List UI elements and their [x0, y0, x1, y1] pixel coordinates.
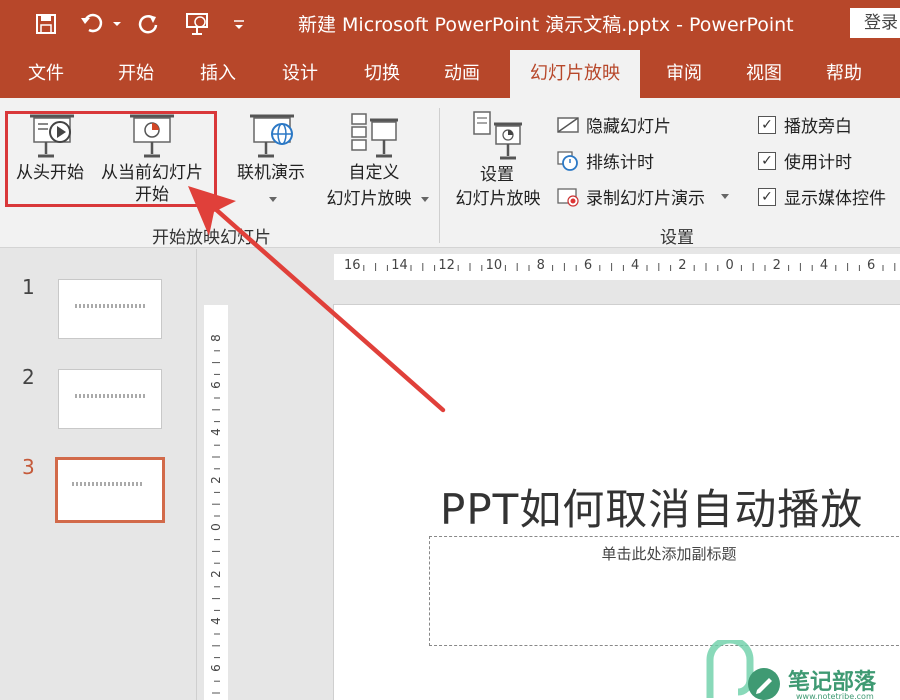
chevron-down-icon: [269, 197, 277, 202]
play-narrations-label: 播放旁白: [784, 117, 852, 137]
custom-label-line1: 自定义: [348, 163, 400, 183]
subtitle-placeholder[interactable]: 单击此处添加副标题: [429, 536, 900, 646]
record-slideshow-button[interactable]: 录制幻灯片演示: [556, 184, 735, 209]
undo-icon[interactable]: [76, 8, 126, 40]
thumbnail-text-line: [75, 304, 147, 308]
hide-slide-label: 隐藏幻灯片: [586, 117, 671, 137]
hide-slide-button[interactable]: 隐藏幻灯片: [556, 112, 671, 137]
subtitle-placeholder-text: 单击此处添加副标题: [601, 545, 737, 563]
ruler-label: 8: [536, 258, 545, 273]
custom-label-line2: 幻灯片放映: [326, 189, 412, 209]
ruler-label: 6: [209, 381, 223, 390]
redo-icon[interactable]: [134, 8, 164, 40]
tab-slideshow[interactable]: 幻灯片放映: [510, 50, 640, 98]
slide-number: 1: [22, 275, 35, 299]
ruler-label: 8: [209, 334, 223, 342]
record-icon: [557, 187, 579, 207]
slide-number-selected: 3: [22, 455, 35, 479]
tab-view[interactable]: 视图: [732, 50, 796, 98]
ruler-label: 2: [678, 258, 687, 273]
checkbox-checked-icon: ✓: [758, 151, 776, 170]
stopwatch-icon: [557, 150, 578, 171]
watermark-logo-icon: [706, 640, 780, 700]
ruler-ticks: [212, 350, 220, 694]
save-icon[interactable]: [30, 8, 62, 40]
ruler-label: 2: [209, 475, 223, 484]
slide-thumbnail-1[interactable]: [58, 279, 162, 339]
vertical-ruler: 8 6 4 2 0 2 4 6: [204, 305, 228, 700]
ruler-label: 2: [209, 570, 223, 578]
thumbnail-text-line: [75, 394, 147, 398]
hide-slide-icon: [557, 116, 579, 133]
slide-thumbnail-3[interactable]: [55, 457, 165, 523]
ruler-label: 4: [819, 258, 829, 273]
horizontal-ruler: 16 14 12 10 8 6 4 2 0 2 4 6: [334, 254, 900, 280]
present-online-label: 联机演示: [237, 163, 305, 183]
window-title: 新建 Microsoft PowerPoint 演示文稿.pptx - Powe…: [298, 14, 794, 36]
checkbox-checked-icon: ✓: [758, 187, 776, 206]
ruler-label: 6: [209, 664, 223, 673]
start-slideshow-icon[interactable]: [180, 8, 214, 40]
group-label-start-slideshow: 开始放映幻灯片: [152, 228, 271, 248]
slide-number: 2: [22, 365, 35, 389]
show-media-controls-checkbox[interactable]: ✓ 显示媒体控件: [758, 184, 886, 209]
slide-thumbnail-2[interactable]: [58, 369, 162, 429]
ruler-label: 6: [867, 258, 876, 273]
tab-insert[interactable]: 插入: [186, 50, 250, 98]
setup-label-line1: 设置: [480, 165, 514, 185]
watermark: 笔记部落 www.notetribe.com: [700, 640, 900, 700]
ruler-label: 4: [631, 258, 640, 273]
title-bar: 新建 Microsoft PowerPoint 演示文稿.pptx - Powe…: [0, 0, 900, 50]
ruler-label: 16: [344, 258, 361, 273]
chevron-down-icon: [721, 193, 729, 199]
tab-animations[interactable]: 动画: [430, 50, 494, 98]
rehearse-timings-button[interactable]: 排练计时: [556, 148, 654, 173]
ruler-label: 10: [485, 258, 503, 273]
highlight-box: [5, 111, 217, 207]
play-narrations-checkbox[interactable]: ✓ 播放旁白: [758, 112, 852, 137]
slide-title[interactable]: PPT如何取消自动播放: [440, 476, 863, 537]
present-online-globe-icon: [250, 114, 294, 158]
tab-home[interactable]: 开始: [104, 50, 168, 98]
thumbnail-text-line: [72, 482, 144, 486]
ribbon-tabs: 文件 开始 插入 设计 切换 动画 幻灯片放映 审阅 视图 帮助: [0, 50, 900, 98]
watermark-url: www.notetribe.com: [796, 692, 874, 700]
tab-help[interactable]: 帮助: [812, 50, 876, 98]
record-slideshow-label: 录制幻灯片演示: [586, 189, 705, 209]
setup-label-line2: 幻灯片放映: [455, 189, 541, 209]
login-button[interactable]: 登录: [850, 8, 900, 38]
ruler-label: 6: [583, 258, 593, 273]
customize-toolbar-icon[interactable]: [226, 8, 252, 40]
ruler-label: 0: [725, 258, 734, 273]
ruler-label: 2: [772, 258, 781, 273]
ruler-label: 4: [209, 617, 223, 626]
setup-slideshow-icon: [473, 111, 522, 160]
group-label-setup: 设置: [660, 228, 694, 248]
use-timings-label: 使用计时: [784, 153, 852, 173]
rehearse-timings-label: 排练计时: [586, 153, 654, 173]
checkbox-checked-icon: ✓: [758, 115, 776, 134]
ruler-label: 14: [391, 258, 408, 273]
chevron-down-icon: [421, 197, 429, 202]
tab-review[interactable]: 审阅: [652, 50, 716, 98]
group-separator: [439, 108, 440, 243]
show-media-controls-label: 显示媒体控件: [784, 189, 886, 209]
ruler-label: 0: [209, 522, 223, 531]
custom-slideshow-icon: [351, 113, 398, 158]
ruler-label: 4: [209, 428, 223, 437]
use-timings-checkbox[interactable]: ✓ 使用计时: [758, 148, 852, 173]
slide-thumbnail-pane: 1 2 3: [0, 249, 197, 700]
ruler-label: 12: [438, 258, 455, 273]
tab-file[interactable]: 文件: [14, 50, 78, 98]
tab-design[interactable]: 设计: [268, 50, 332, 98]
tab-transitions[interactable]: 切换: [350, 50, 414, 98]
